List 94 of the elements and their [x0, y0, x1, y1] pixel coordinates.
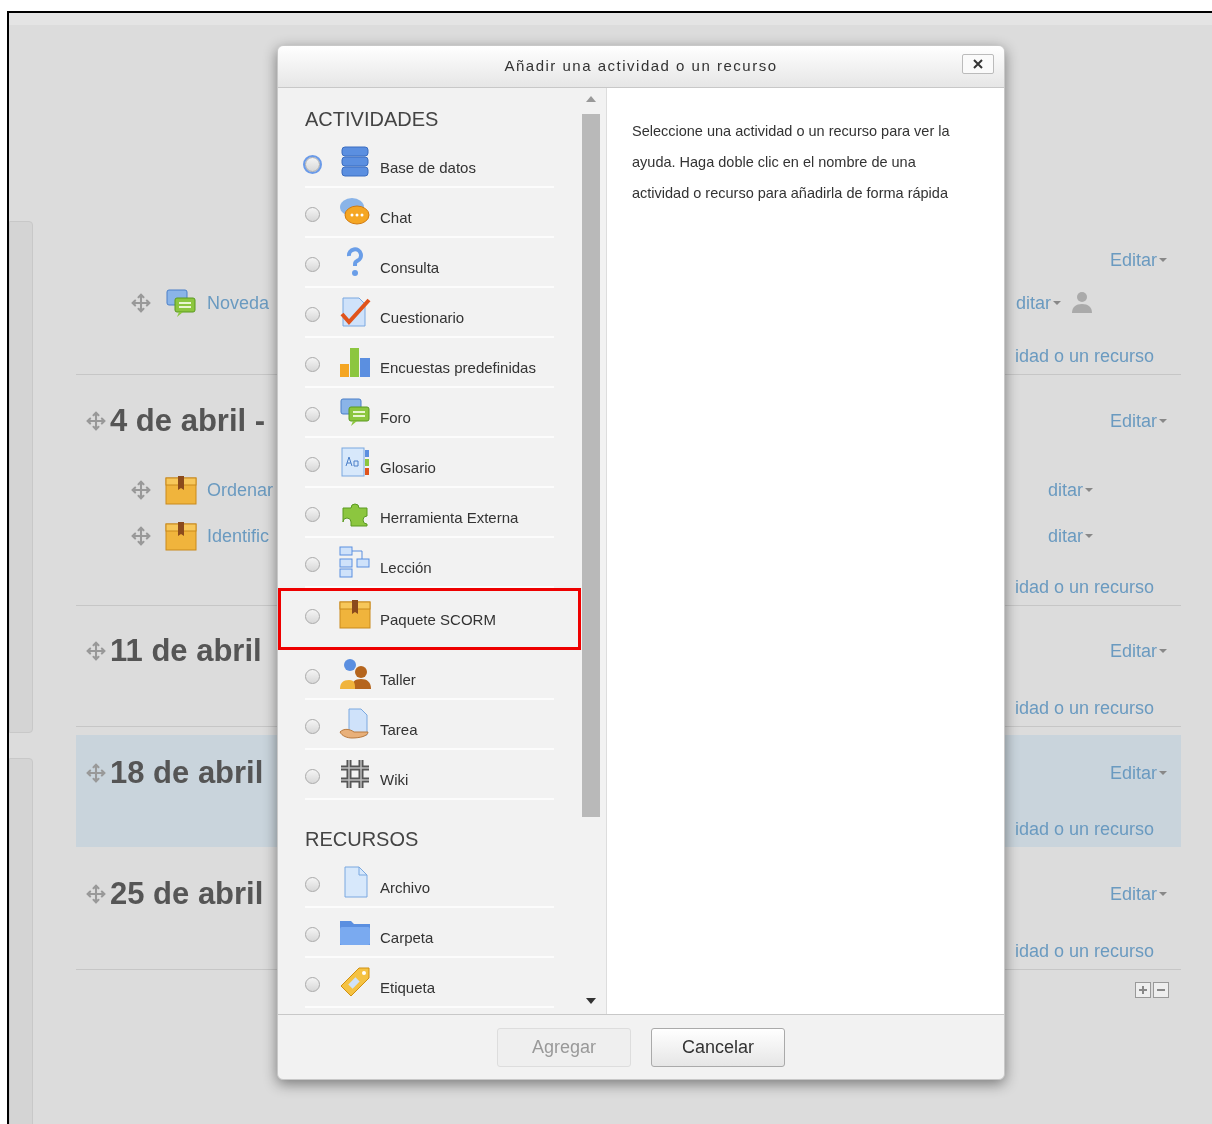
activity-label: Paquete SCORM: [380, 609, 496, 630]
move-icon[interactable]: [86, 884, 106, 904]
move-icon[interactable]: [131, 480, 151, 500]
radio-button[interactable]: [305, 927, 320, 942]
activity-option[interactable]: Foro: [305, 388, 554, 438]
radio-button[interactable]: [305, 877, 320, 892]
radio-button[interactable]: [305, 609, 320, 624]
activity-label: Cuestionario: [380, 307, 465, 328]
activity-option[interactable]: Etiqueta: [305, 958, 554, 1008]
move-icon[interactable]: [86, 411, 106, 431]
radio-button[interactable]: [305, 157, 320, 172]
caret-icon: [1159, 258, 1167, 262]
move-icon[interactable]: [86, 641, 106, 661]
radio-button[interactable]: [305, 769, 320, 784]
caret-icon: [1159, 649, 1167, 653]
radio-button[interactable]: [305, 357, 320, 372]
activity-option[interactable]: Carpeta: [305, 908, 554, 958]
activity-option[interactable]: Base de datos: [305, 138, 554, 188]
activity-label: Archivo: [380, 877, 431, 898]
caret-icon: [1085, 534, 1093, 538]
move-icon[interactable]: [131, 293, 151, 313]
tag-icon: [339, 966, 371, 998]
section-title: 4 de abril -: [110, 401, 266, 440]
activity-label: Taller: [380, 669, 416, 690]
caret-icon: [1159, 892, 1167, 896]
radio-button[interactable]: [305, 719, 320, 734]
activity-option[interactable]: Glosario: [305, 438, 554, 488]
radio-button[interactable]: [305, 257, 320, 272]
people-icon: [339, 658, 371, 690]
radio-button[interactable]: [305, 307, 320, 322]
dialog-title: Añadir una actividad o un recurso: [504, 56, 778, 77]
activity-label: Glosario: [380, 457, 436, 478]
activity-label: Base de datos: [380, 157, 476, 178]
bar-chart-icon: [339, 346, 371, 378]
activity-label: Chat: [380, 207, 412, 228]
activity-option[interactable]: Taller: [305, 650, 554, 700]
radio-button[interactable]: [305, 457, 320, 472]
caret-icon: [1159, 771, 1167, 775]
caret-icon: [1085, 488, 1093, 492]
activity-label: Herramienta Externa: [380, 507, 519, 528]
database-icon: [339, 146, 371, 178]
activity-option[interactable]: Cuestionario: [305, 288, 554, 338]
radio-button[interactable]: [305, 507, 320, 522]
scroll-down-icon[interactable]: [586, 998, 596, 1004]
section-title: 25 de abril: [110, 874, 264, 913]
activity-option[interactable]: Herramienta Externa: [305, 488, 554, 538]
puzzle-grid-icon: [339, 758, 371, 790]
flowchart-icon: [339, 546, 371, 578]
activity-label: Consulta: [380, 257, 440, 278]
activity-label: Lección: [380, 557, 432, 578]
activity-option[interactable]: Paquete SCORM: [278, 588, 581, 650]
speech-bubbles-icon: [165, 287, 197, 319]
activity-label: Etiqueta: [380, 977, 436, 998]
radio-button[interactable]: [305, 669, 320, 684]
move-icon[interactable]: [131, 526, 151, 546]
category-heading: ACTIVIDADES: [305, 108, 439, 130]
hand-document-icon: [339, 708, 371, 740]
activity-option[interactable]: Lección: [305, 538, 554, 588]
activity-label: Carpeta: [380, 927, 434, 948]
checkmark-document-icon: [339, 296, 371, 328]
activity-label: Encuestas predefinidas: [380, 357, 536, 378]
radio-button[interactable]: [305, 207, 320, 222]
activity-option[interactable]: Wiki: [305, 750, 554, 800]
box-icon: [165, 474, 197, 506]
activity-option[interactable]: Tarea: [305, 700, 554, 750]
close-icon: [973, 59, 983, 69]
activity-option[interactable]: Chat: [305, 188, 554, 238]
activity-option[interactable]: Encuestas predefinidas: [305, 338, 554, 388]
caret-icon: [1159, 419, 1167, 423]
dialog-button[interactable]: Cancelar: [651, 1027, 785, 1067]
activity-label: Wiki: [380, 769, 409, 790]
radio-button[interactable]: [305, 977, 320, 992]
activity-option[interactable]: Consulta: [305, 238, 554, 288]
scroll-up-icon[interactable]: [586, 96, 596, 102]
glossary-icon: [339, 446, 371, 478]
activity-label: Tarea: [380, 719, 418, 740]
chat-bubbles-icon: [339, 196, 371, 228]
box-icon: [339, 598, 371, 630]
move-icon[interactable]: [86, 763, 106, 783]
collapse-icon[interactable]: [1153, 982, 1169, 998]
person-icon: [1071, 290, 1093, 313]
section-title: 11 de abril: [110, 631, 262, 670]
speech-bubbles-icon: [339, 396, 371, 428]
caret-icon: [1053, 301, 1061, 305]
box-icon: [165, 520, 197, 552]
activity-label: Foro: [380, 407, 411, 428]
close-button[interactable]: [962, 54, 994, 74]
section-title: 18 de abril: [110, 753, 264, 792]
category-heading: RECURSOS: [305, 828, 419, 850]
help-text: Seleccione una actividad o un recurso para ver la ayuda. Haga doble clic en el nombre de una actividad o recurso para añadirla de forma rápida: [632, 122, 951, 203]
activity-option[interactable]: Archivo: [305, 858, 554, 908]
radio-button[interactable]: [305, 407, 320, 422]
expand-icon[interactable]: [1135, 982, 1151, 998]
radio-button[interactable]: [305, 557, 320, 572]
